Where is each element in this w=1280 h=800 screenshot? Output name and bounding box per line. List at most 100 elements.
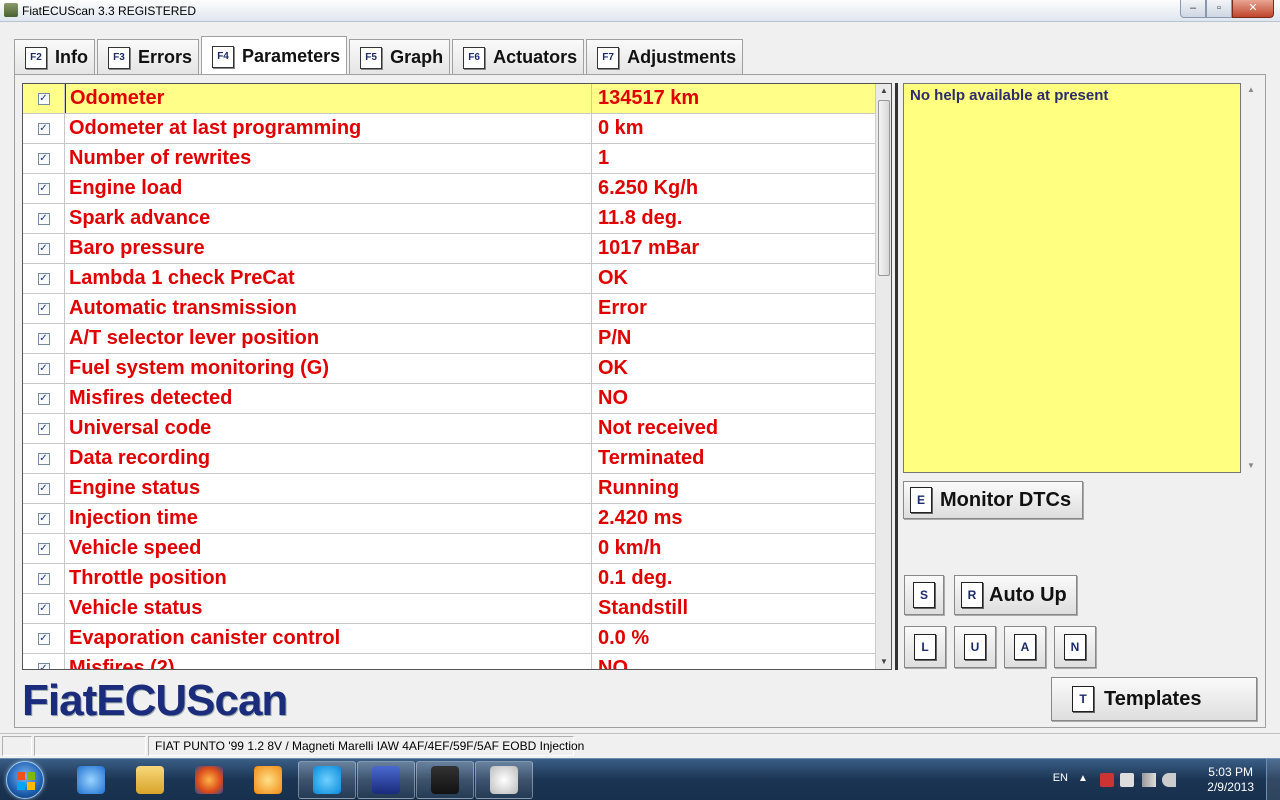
parameter-value: 0 km/h	[598, 537, 662, 559]
firefox-icon	[195, 766, 223, 794]
volume-icon[interactable]	[1162, 773, 1176, 787]
parameter-checkbox[interactable]: ✓	[37, 452, 50, 465]
parameter-checkbox[interactable]: ✓	[37, 512, 50, 525]
table-row[interactable]: ✓ Injection time 2.420 ms	[23, 504, 876, 534]
checkbox-cell: ✓	[23, 594, 65, 623]
tab-key: F5	[360, 46, 383, 69]
parameter-checkbox[interactable]: ✓	[37, 272, 50, 285]
parameter-checkbox[interactable]: ✓	[37, 362, 50, 375]
parameter-value: 1017 mBar	[598, 237, 700, 259]
table-row[interactable]: ✓ Vehicle speed 0 km/h	[23, 534, 876, 564]
tab-key: F6	[463, 46, 486, 69]
s-button[interactable]: S	[904, 575, 944, 615]
table-row[interactable]: ✓ Number of rewrites 1	[23, 144, 876, 174]
tab-graph[interactable]: F5 Graph	[349, 39, 451, 75]
taskbar-fiatecuscan[interactable]	[416, 761, 474, 799]
n-key: N	[1064, 634, 1086, 660]
scroll-thumb[interactable]	[878, 100, 890, 276]
table-row[interactable]: ✓ Misfires detected NO	[23, 384, 876, 414]
parameter-name: Engine status	[65, 474, 592, 503]
table-row[interactable]: ✓ Misfires (2) NO	[23, 654, 876, 669]
table-row[interactable]: ✓ Odometer at last programming 0 km	[23, 114, 876, 144]
taskbar-orange-app[interactable]	[239, 761, 297, 799]
auto-up-button[interactable]: R Auto Up	[954, 575, 1077, 615]
templates-button[interactable]: T Templates	[1051, 677, 1257, 721]
table-row[interactable]: ✓ Lambda 1 check PreCat OK	[23, 264, 876, 294]
parameter-checkbox[interactable]: ✓	[37, 212, 50, 225]
parameters-scrollbar[interactable]: ▲ ▼	[875, 84, 891, 669]
taskbar-firefox[interactable]	[180, 761, 238, 799]
taskbar-file-explorer[interactable]	[121, 761, 179, 799]
table-row[interactable]: ✓ Automatic transmission Error	[23, 294, 876, 324]
table-row[interactable]: ✓ Engine status Running	[23, 474, 876, 504]
table-row[interactable]: ✓ Baro pressure 1017 mBar	[23, 234, 876, 264]
table-row[interactable]: ✓ Spark advance 11.8 deg.	[23, 204, 876, 234]
tab-adjustments[interactable]: F7 Adjustments	[586, 39, 744, 75]
table-row[interactable]: ✓ Universal code Not received	[23, 414, 876, 444]
taskbar-save-disk[interactable]	[357, 761, 415, 799]
parameter-checkbox[interactable]: ✓	[37, 662, 50, 669]
taskbar-paint[interactable]	[475, 761, 533, 799]
checkbox-cell: ✓	[23, 474, 65, 503]
parameter-checkbox[interactable]: ✓	[37, 152, 50, 165]
parameter-checkbox[interactable]: ✓	[37, 482, 50, 495]
language-indicator[interactable]: EN	[1053, 772, 1068, 784]
minimize-button[interactable]: –	[1180, 0, 1206, 18]
tab-errors[interactable]: F3 Errors	[97, 39, 200, 75]
parameter-value: 134517 km	[598, 87, 700, 109]
tab-info[interactable]: F2 Info	[14, 39, 95, 75]
parameter-checkbox[interactable]: ✓	[37, 242, 50, 255]
tray-expand-icon[interactable]: ▲	[1078, 773, 1092, 787]
parameter-name: Automatic transmission	[65, 294, 592, 323]
parameters-list[interactable]: ✓ Misfires (2) NO ✓ Evaporation canister con…	[22, 83, 892, 670]
n-button[interactable]: N	[1054, 626, 1096, 668]
tab-label: Adjustments	[627, 47, 737, 67]
u-button[interactable]: U	[954, 626, 996, 668]
parameter-checkbox[interactable]: ✓	[37, 632, 50, 645]
close-button[interactable]: ✕	[1232, 0, 1274, 18]
a-button[interactable]: A	[1004, 626, 1046, 668]
device-icon[interactable]	[1120, 773, 1134, 787]
windows-logo-icon	[17, 772, 35, 790]
parameter-checkbox[interactable]: ✓	[37, 332, 50, 345]
table-row[interactable]: ✓ Odometer 134517 km	[23, 84, 876, 114]
parameter-value: 0 km	[598, 117, 644, 139]
help-scrollbar[interactable]: ▲ ▼	[1243, 83, 1259, 473]
start-button[interactable]	[6, 761, 44, 799]
tab-actuators[interactable]: F6 Actuators	[452, 39, 585, 75]
l-button[interactable]: L	[904, 626, 946, 668]
status-cell-2	[34, 736, 146, 756]
checkbox-cell: ✓	[23, 204, 65, 233]
parameter-checkbox[interactable]: ✓	[37, 302, 50, 315]
table-row[interactable]: ✓ A/T selector lever position P/N	[23, 324, 876, 354]
monitor-dtcs-button[interactable]: E Monitor DTCs	[903, 481, 1083, 519]
show-desktop-button[interactable]	[1266, 759, 1280, 800]
table-row[interactable]: ✓ Vehicle status Standstill	[23, 594, 876, 624]
scroll-up-arrow-icon[interactable]: ▲	[876, 84, 891, 98]
scroll-down-arrow-icon[interactable]: ▼	[876, 655, 891, 669]
table-row[interactable]: ✓ Throttle position 0.1 deg.	[23, 564, 876, 594]
parameter-checkbox[interactable]: ✓	[37, 572, 50, 585]
parameter-checkbox[interactable]: ✓	[37, 92, 50, 105]
tab-parameters[interactable]: F4 Parameters	[201, 36, 348, 76]
table-row[interactable]: ✓ Data recording Terminated	[23, 444, 876, 474]
network-icon[interactable]	[1142, 773, 1156, 787]
checkbox-cell: ✓	[23, 354, 65, 383]
help-scroll-down-icon[interactable]: ▼	[1243, 459, 1259, 473]
table-row[interactable]: ✓ Engine load 6.250 Kg/h	[23, 174, 876, 204]
parameter-name: Vehicle status	[65, 594, 592, 623]
parameter-checkbox[interactable]: ✓	[37, 392, 50, 405]
table-row[interactable]: ✓ Fuel system monitoring (G) OK	[23, 354, 876, 384]
maximize-button[interactable]: ▫	[1206, 0, 1232, 18]
parameter-checkbox[interactable]: ✓	[37, 122, 50, 135]
parameter-checkbox[interactable]: ✓	[37, 182, 50, 195]
table-row[interactable]: ✓ Evaporation canister control 0.0 %	[23, 624, 876, 654]
taskbar-skype[interactable]	[298, 761, 356, 799]
parameter-checkbox[interactable]: ✓	[37, 542, 50, 555]
parameter-checkbox[interactable]: ✓	[37, 422, 50, 435]
taskbar-internet-explorer[interactable]	[62, 761, 120, 799]
help-scroll-up-icon[interactable]: ▲	[1243, 83, 1259, 97]
action-center-icon[interactable]	[1100, 773, 1114, 787]
clock[interactable]: 5:03 PM 2/9/2013	[1207, 765, 1254, 795]
parameter-checkbox[interactable]: ✓	[37, 602, 50, 615]
